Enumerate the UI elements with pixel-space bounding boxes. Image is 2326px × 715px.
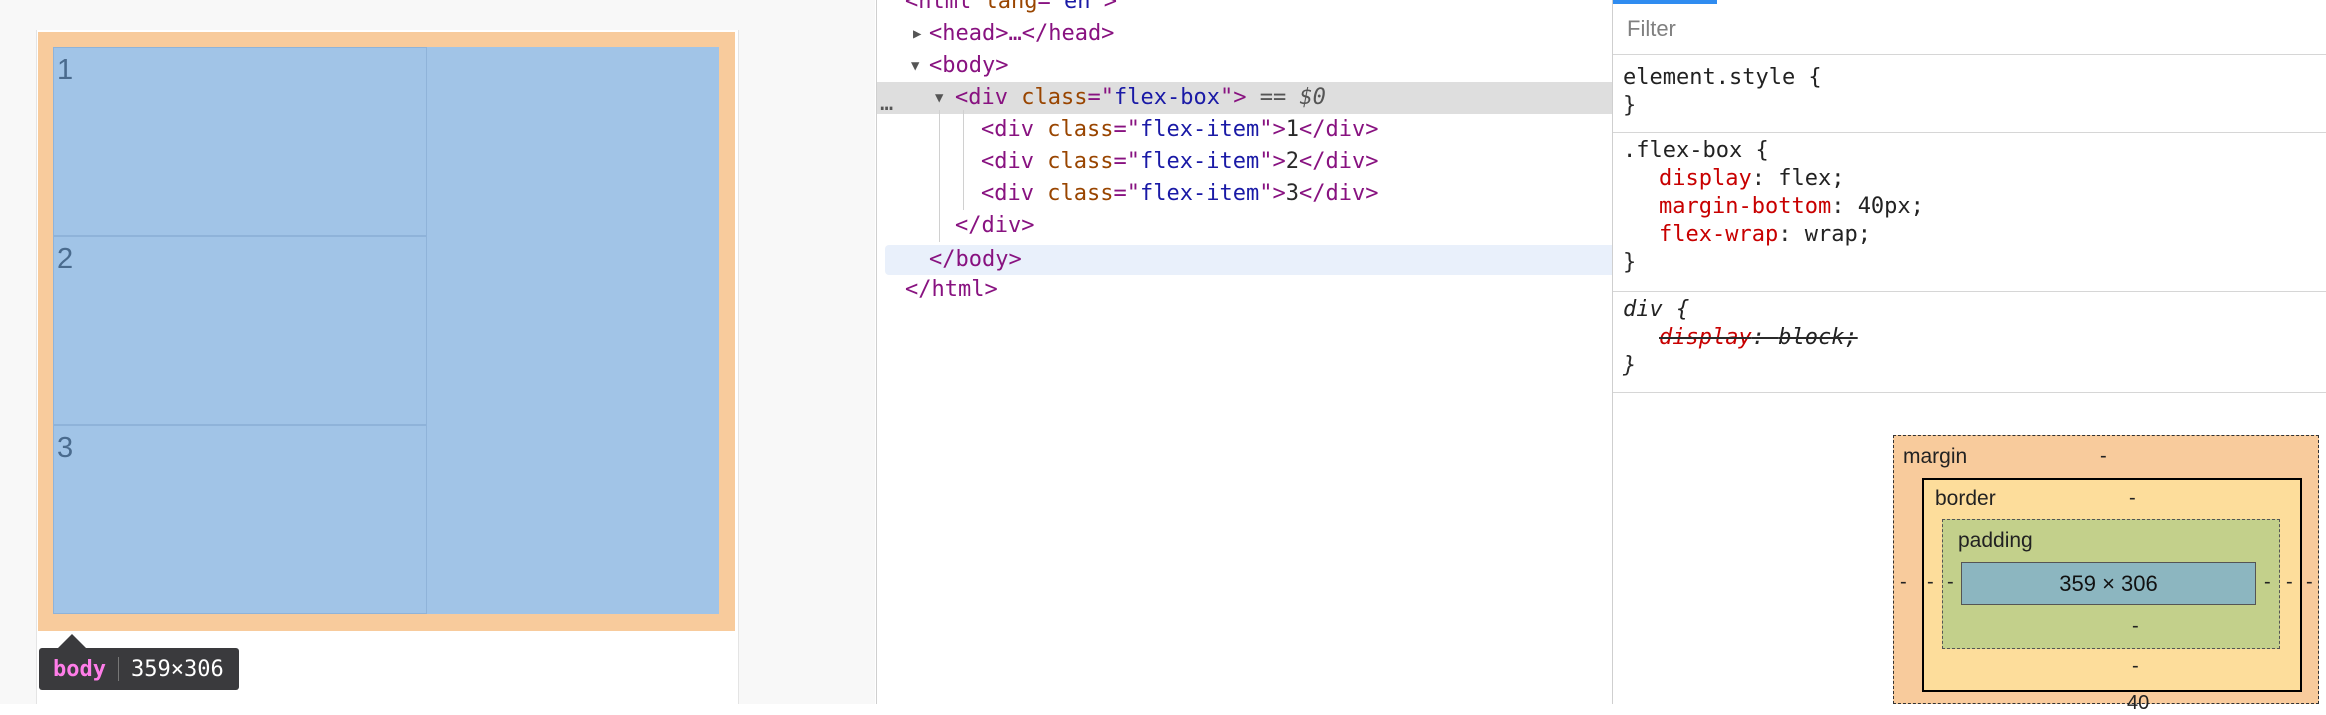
rule-div-useragent: div { display: block; }: [1613, 292, 2326, 393]
tooltip-tag: body: [53, 656, 106, 682]
dom-node-html-close[interactable]: </html>: [877, 274, 1640, 306]
dom-node-head[interactable]: <head>…</head>: [877, 18, 1664, 50]
flex-item-label: 3: [57, 432, 74, 464]
margin-right-value[interactable]: -: [2306, 571, 2313, 594]
rule-flex-box: .flex-box { display: flex; margin-bottom…: [1613, 133, 2326, 292]
dom-node-div-close[interactable]: </div>: [877, 210, 1690, 242]
indent-guide: [939, 110, 940, 242]
dom-node-body-close[interactable]: </body>: [885, 245, 1649, 275]
tooltip-dimensions: 359×306: [130, 656, 224, 682]
margin-top-value[interactable]: -: [2100, 445, 2107, 468]
margin-left-value[interactable]: -: [1900, 571, 1907, 594]
padding-right-value[interactable]: -: [2264, 571, 2271, 594]
page-preview: 1 2 3 body 359×306: [0, 0, 875, 704]
more-options-icon[interactable]: …: [880, 90, 893, 118]
declaration-display-overridden: display: block;: [1659, 325, 1858, 350]
flex-item-1[interactable]: 1: [53, 47, 427, 236]
tooltip-arrow: [58, 634, 86, 648]
flex-item-label: 1: [57, 54, 74, 86]
dom-node-flex-item[interactable]: <div class="flex-item">1</div>: [877, 114, 1716, 146]
border-left-value[interactable]: -: [1927, 571, 1934, 594]
box-model-content[interactable]: 359 × 306: [1961, 562, 2256, 605]
dom-node-body[interactable]: <body>: [877, 50, 1664, 82]
active-tab-indicator: [1613, 0, 1717, 4]
padding-left-value[interactable]: -: [1947, 571, 1954, 594]
tooltip-divider: [117, 657, 119, 681]
rule-selector[interactable]: element.style {: [1613, 64, 2326, 92]
rule-close-brace: }: [1623, 250, 1637, 275]
dom-node-flexbox-selected[interactable]: <div class="flex-box"> == $0: [877, 82, 1690, 114]
dom-node-flex-item[interactable]: <div class="flex-item">2</div>: [877, 146, 1716, 178]
padding-label: padding: [1958, 529, 2033, 552]
border-right-value[interactable]: -: [2286, 571, 2293, 594]
dom-tree-panel: <html lang="en"> ▶ <head>…</head> ▼ <bod…: [876, 0, 1690, 704]
rule-close-brace: }: [1623, 353, 1637, 378]
rule-element-style: element.style { }: [1613, 58, 2326, 133]
indent-guide: [963, 110, 964, 210]
filter-input[interactable]: Filter: [1627, 16, 1676, 42]
border-top-value[interactable]: -: [2129, 487, 2136, 510]
dom-node-html[interactable]: <html lang="en">: [877, 0, 1640, 18]
declaration-margin-bottom[interactable]: margin-bottom: 40px;: [1613, 193, 2326, 221]
flex-item-label: 2: [57, 243, 74, 275]
padding-bottom-value[interactable]: -: [2132, 615, 2139, 638]
rule-close-brace: }: [1623, 93, 1637, 118]
border-label: border: [1935, 487, 1996, 510]
flex-item-2[interactable]: 2: [53, 236, 427, 425]
element-tooltip: body 359×306: [39, 648, 239, 690]
filter-bar: Filter: [1613, 0, 2326, 55]
rule-selector: div {: [1623, 297, 1690, 322]
border-bottom-value[interactable]: -: [2132, 655, 2139, 678]
declaration-flex-wrap[interactable]: flex-wrap: wrap;: [1613, 221, 2326, 249]
margin-label: margin: [1903, 445, 1968, 468]
rule-selector[interactable]: .flex-box {: [1613, 137, 2326, 165]
dom-node-flex-item[interactable]: <div class="flex-item">3</div>: [877, 178, 1716, 210]
declaration-display[interactable]: display: flex;: [1613, 165, 2326, 193]
flex-item-3[interactable]: 3: [53, 425, 427, 614]
